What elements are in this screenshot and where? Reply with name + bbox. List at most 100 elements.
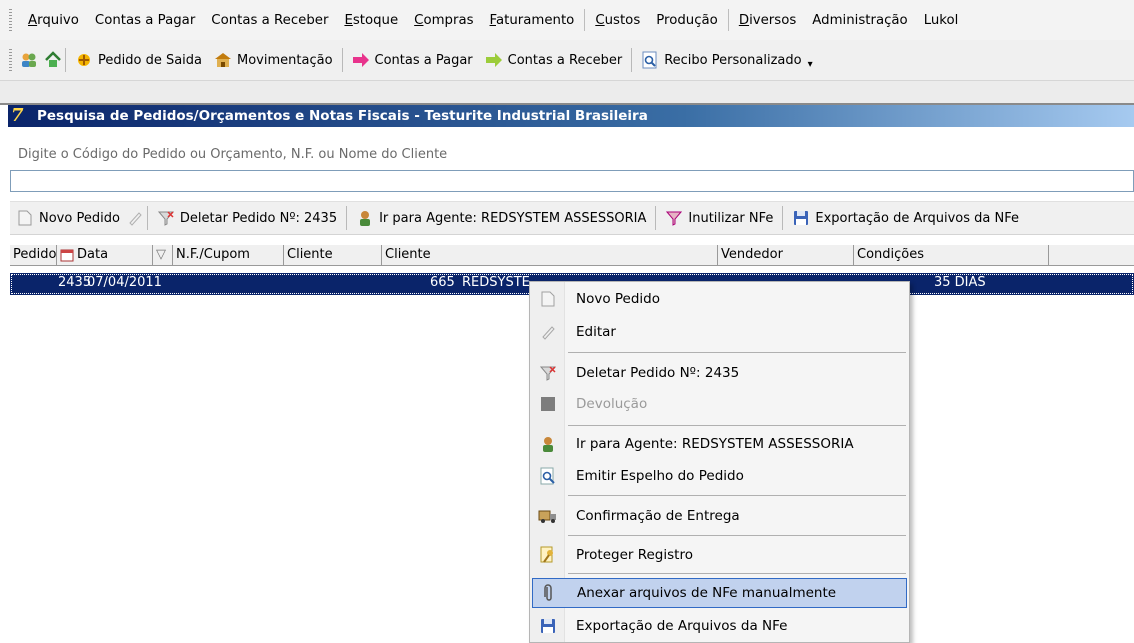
toolbar-separator — [346, 206, 348, 230]
deletar-pedido-label: Deletar Pedido Nº: 2435 — [179, 210, 338, 226]
column-header-label: Condições — [857, 247, 925, 262]
users-icon[interactable] — [20, 51, 38, 69]
ir-agente-button[interactable]: Ir para Agente: REDSYSTEM ASSESSORIA — [350, 209, 652, 227]
toolbar-separator — [655, 206, 657, 230]
menu-separator — [727, 9, 729, 31]
menu-contas-pagar[interactable]: Contas a Pagar — [87, 13, 203, 28]
context-anexar-arquivos[interactable]: Anexar arquivos de NFe manualmente — [532, 578, 907, 608]
movimentacao-button[interactable]: Movimentação — [208, 51, 339, 69]
key-lock-icon — [534, 546, 562, 564]
novo-pedido-label: Novo Pedido — [39, 210, 120, 226]
preview-document-icon — [534, 467, 562, 485]
pedido-saida-button[interactable]: Pedido de Saida — [69, 51, 208, 69]
cell-data: 07/04/2011 — [87, 275, 162, 290]
inutilizar-nfe-button[interactable]: Inutilizar NFe — [659, 209, 779, 227]
arrow-right-pink-icon — [352, 51, 370, 69]
toolbar-separator — [341, 48, 343, 72]
column-header-label: Cliente — [385, 247, 431, 262]
context-separator — [568, 425, 906, 426]
new-document-icon — [16, 209, 34, 227]
menu-custos[interactable]: Custos — [587, 13, 648, 28]
column-header-pedido[interactable]: Pedido — [10, 245, 57, 265]
delivery-truck-icon — [534, 508, 562, 524]
delete-filter-icon — [157, 209, 175, 227]
column-header-vendedor[interactable]: Vendedor — [718, 245, 854, 265]
agent-person-icon — [356, 209, 374, 227]
cell-condicoes: 35 DIAS — [934, 275, 986, 290]
menu-grip[interactable] — [9, 9, 12, 31]
menu-compras[interactable]: Compras — [406, 13, 481, 28]
context-emitir-espelho[interactable]: Emitir Espelho do Pedido — [532, 461, 907, 491]
context-editar[interactable]: Editar — [532, 317, 907, 347]
main-toolbar: Pedido de Saida Movimentação Contas a Pa… — [0, 40, 1134, 81]
toolbar-separator — [65, 48, 66, 72]
menu-administracao[interactable]: Administração — [804, 13, 915, 28]
menu-lukol[interactable]: Lukol — [916, 13, 967, 28]
menu-separator — [584, 9, 586, 31]
context-novo-pedido-label: Novo Pedido — [576, 291, 661, 307]
context-devolucao[interactable]: Devolução — [532, 389, 907, 419]
edit-pencil-icon — [534, 324, 562, 340]
paperclip-icon — [535, 584, 563, 602]
exportacao-nfe-button[interactable]: Exportação de Arquivos da NFe — [786, 209, 1025, 227]
menu-estoque[interactable]: Estoque — [336, 13, 406, 28]
context-anexar-arquivos-label: Anexar arquivos de NFe manualmente — [577, 585, 837, 601]
floppy-disk-icon — [792, 209, 810, 227]
inutilizar-nfe-label: Inutilizar NFe — [688, 210, 774, 226]
floppy-disk-icon — [534, 618, 562, 634]
mdi-area-strip — [0, 81, 1134, 105]
context-proteger-registro[interactable]: Proteger Registro — [532, 540, 907, 570]
edit-pencil-icon[interactable] — [126, 209, 144, 227]
context-exportacao-arquivos-label: Exportação de Arquivos da NFe — [576, 618, 788, 634]
search-input[interactable] — [10, 170, 1134, 192]
column-header-label: Pedido — [13, 247, 57, 262]
context-exportacao-arquivos[interactable]: Exportação de Arquivos da NFe — [532, 611, 907, 641]
contas-receber-button[interactable]: Contas a Receber — [479, 51, 629, 69]
search-label: Digite o Código do Pedido ou Orçamento, … — [18, 147, 448, 162]
context-separator — [568, 573, 906, 574]
menu-diversos[interactable]: Diversos — [731, 13, 804, 28]
column-header-label: Data — [77, 247, 109, 262]
home-refresh-icon[interactable] — [44, 51, 62, 69]
context-ir-agente-label: Ir para Agente: REDSYSTEM ASSESSORIA — [576, 436, 854, 452]
document-search-icon — [641, 51, 659, 69]
menu-bar: Arquivo Contas a Pagar Contas a Receber … — [0, 0, 1134, 40]
order-out-icon — [75, 51, 93, 69]
sort-filter-icon[interactable]: ▽ — [153, 245, 173, 265]
context-deletar-label: Deletar Pedido Nº: 2435 — [576, 365, 740, 381]
context-novo-pedido[interactable]: Novo Pedido — [532, 284, 907, 314]
context-separator — [568, 495, 906, 496]
window-title: Pesquisa de Pedidos/Orçamentos e Notas F… — [37, 108, 648, 124]
recibo-button[interactable]: Recibo Personalizado — [635, 51, 807, 69]
contas-pagar-button[interactable]: Contas a Pagar — [346, 51, 479, 69]
menu-contas-receber[interactable]: Contas a Receber — [203, 13, 336, 28]
column-header-condicoes[interactable]: Condições — [854, 245, 1049, 265]
context-ir-agente[interactable]: Ir para Agente: REDSYSTEM ASSESSORIA — [532, 429, 907, 459]
app-logo-icon: 7 — [11, 105, 24, 126]
delete-filter-icon — [534, 365, 562, 381]
recibo-label: Recibo Personalizado — [664, 52, 802, 68]
column-header-nf-cupom[interactable]: N.F./Cupom — [173, 245, 284, 265]
toolbar-overflow-chevron-icon[interactable]: ▾ — [808, 59, 813, 70]
inutilizar-icon — [665, 209, 683, 227]
context-confirmacao-entrega[interactable]: Confirmação de Entrega — [532, 501, 907, 531]
column-header-cliente-code[interactable]: Cliente — [284, 245, 382, 265]
context-deletar[interactable]: Deletar Pedido Nº: 2435 — [532, 358, 907, 388]
menu-producao[interactable]: Produção — [648, 13, 726, 28]
context-confirmacao-entrega-label: Confirmação de Entrega — [576, 508, 740, 524]
column-header-label: Cliente — [287, 247, 333, 262]
menu-faturamento[interactable]: Faturamento — [482, 13, 583, 28]
movimentacao-label: Movimentação — [237, 52, 333, 68]
agent-person-icon — [534, 436, 562, 452]
toolbar-grip[interactable] — [9, 49, 12, 71]
action-toolbar: Novo Pedido Deletar Pedido Nº: 2435 Ir p… — [10, 201, 1134, 235]
deletar-pedido-button[interactable]: Deletar Pedido Nº: 2435 — [151, 209, 343, 227]
novo-pedido-button[interactable]: Novo Pedido — [10, 209, 126, 227]
column-header-data[interactable]: Data — [57, 245, 153, 265]
exportacao-nfe-label: Exportação de Arquivos da NFe — [815, 210, 1019, 226]
window-title-bar: 7 Pesquisa de Pedidos/Orçamentos e Notas… — [8, 105, 1134, 127]
column-header-cliente[interactable]: Cliente — [382, 245, 718, 265]
menu-arquivo[interactable]: Arquivo — [20, 13, 87, 28]
warehouse-icon — [214, 51, 232, 69]
toolbar-separator — [631, 48, 633, 72]
